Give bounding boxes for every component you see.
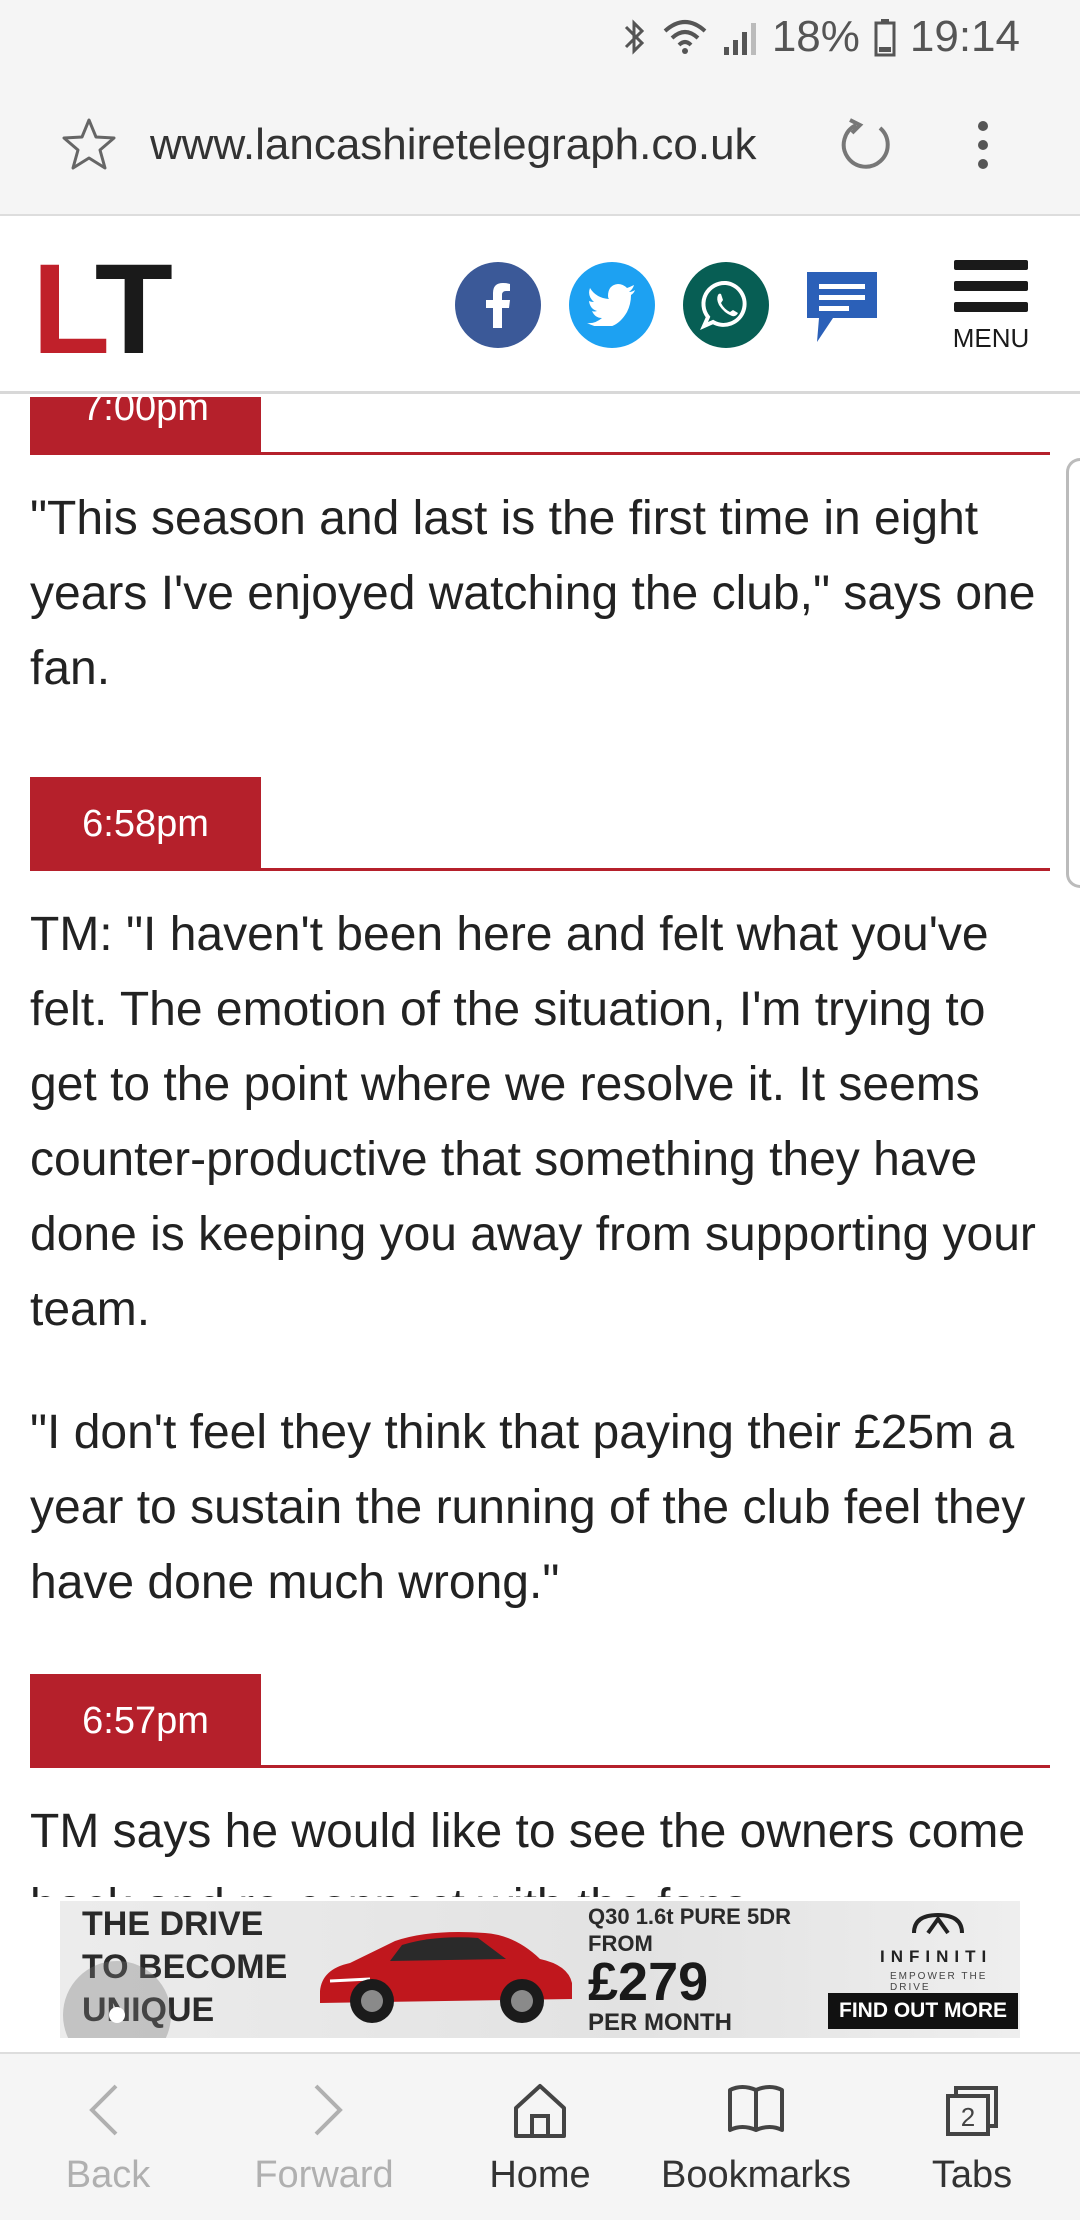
logo-letter-t: T	[94, 238, 173, 381]
home-icon	[514, 2084, 566, 2138]
timestamp-row: 6:57pm	[30, 1674, 1050, 1768]
tab-count: 2	[961, 2102, 975, 2132]
status-icons: 18% 19:14	[622, 10, 1020, 64]
back-arrow-icon	[89, 2084, 118, 2136]
back-button[interactable]: Back	[0, 2054, 216, 2220]
ad-price: £279	[588, 1952, 709, 2012]
ad-brand: INFINITI	[880, 1947, 993, 1966]
ad-per-month: PER MONTH	[588, 2009, 732, 2036]
advert-banner[interactable]: THE DRIVE TO BECOME UNIQUE Q30 1.6t PURE…	[60, 1901, 1020, 2038]
bookmarks-icon	[728, 2085, 784, 2132]
car-image	[320, 1932, 572, 2023]
tabs-button[interactable]: 2 Tabs	[864, 2054, 1080, 2220]
url-bar: www.lancashiretelegraph.co.uk	[0, 72, 1080, 216]
bottom-navigation: Back Forward Home Bookmarks 2 Tabs	[0, 2052, 1080, 2220]
site-header: LT MENU	[0, 218, 1080, 394]
site-logo[interactable]: LT	[32, 246, 173, 374]
twitter-icon	[587, 284, 635, 326]
tabs-label: Tabs	[931, 2154, 1013, 2196]
timestamp-badge: 6:58pm	[30, 777, 261, 871]
timestamp-badge: 7:00pm	[30, 397, 261, 455]
tabs-icon: 2	[946, 2086, 998, 2136]
timestamp-row: 6:58pm	[30, 777, 1050, 871]
bluetooth-icon	[624, 19, 644, 55]
logo-letter-l: L	[32, 238, 101, 381]
wifi-icon	[663, 20, 707, 54]
twitter-share-button[interactable]	[569, 262, 655, 348]
blog-entry: 6:57pm TM says he would like to see the …	[30, 1674, 1050, 1897]
entry-paragraph: "This season and last is the first time …	[30, 492, 1036, 695]
hamburger-icon	[950, 260, 1032, 312]
blog-entry: 7:00pm "This season and last is the firs…	[30, 397, 1050, 706]
ad-tagline: EMPOWER THE DRIVE	[890, 1971, 988, 1993]
bookmarks-button[interactable]: Bookmarks	[648, 2054, 864, 2220]
menu-label: MENU	[952, 323, 1030, 353]
facebook-icon	[486, 283, 510, 328]
entry-paragraph: TM: "I haven't been here and felt what y…	[30, 908, 1036, 1336]
battery-percent: 18%	[771, 12, 860, 61]
timestamp-row: 7:00pm	[30, 397, 1050, 455]
menu-button[interactable]: MENU	[950, 260, 1032, 364]
signal-icon	[723, 23, 756, 55]
bookmarks-label: Bookmarks	[660, 2154, 852, 2196]
scroll-handle[interactable]	[1066, 458, 1080, 888]
blog-entry: 6:58pm TM: "I haven't been here and felt…	[30, 777, 1050, 1620]
timestamp-badge: 6:57pm	[30, 1674, 261, 1768]
url-field[interactable]: www.lancashiretelegraph.co.uk	[150, 116, 757, 174]
facebook-share-button[interactable]	[455, 262, 541, 348]
home-label: Home	[489, 2154, 591, 2196]
whatsapp-share-button[interactable]	[683, 262, 769, 348]
refresh-icon[interactable]	[836, 116, 894, 174]
comment-icon[interactable]	[803, 268, 881, 348]
live-blog-content: 7:00pm "This season and last is the firs…	[0, 397, 1080, 1897]
ad-find-out-more-button[interactable]: FIND OUT MORE	[828, 1993, 1018, 2029]
infiniti-logo-icon	[912, 1912, 964, 1935]
home-button[interactable]: Home	[432, 2054, 648, 2220]
forward-arrow-icon	[314, 2084, 343, 2136]
forward-button[interactable]: Forward	[216, 2054, 432, 2220]
clock: 19:14	[909, 12, 1020, 61]
back-label: Back	[65, 2154, 151, 2196]
star-icon[interactable]	[60, 116, 118, 174]
forward-label: Forward	[254, 2154, 394, 2196]
entry-paragraph: "I don't feel they think that paying the…	[30, 1406, 1026, 1609]
battery-icon	[874, 19, 896, 57]
ad-model: Q30 1.6t PURE 5DR	[588, 1904, 791, 1929]
more-vert-icon[interactable]	[968, 116, 998, 174]
status-bar: 18% 19:14	[0, 0, 1080, 72]
entry-paragraph: TM says he would like to see the owners …	[30, 1805, 1026, 1897]
whatsapp-icon	[700, 280, 747, 330]
